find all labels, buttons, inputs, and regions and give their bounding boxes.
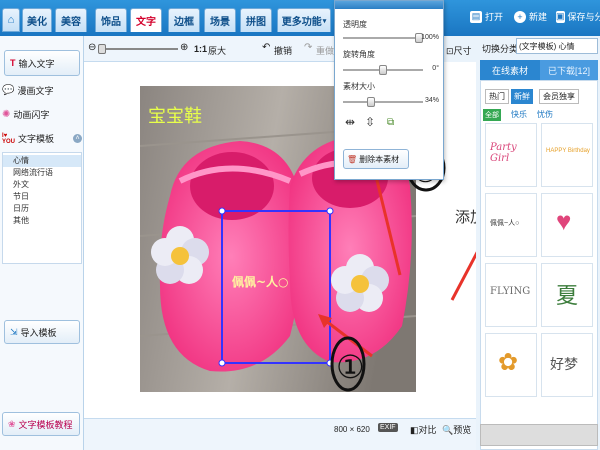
template-tile[interactable]: FLYING [485,263,537,327]
rotation-slider-knob[interactable] [379,65,387,75]
copy-icon[interactable]: ⧉ [387,117,394,128]
exif-button[interactable]: EXIF [378,423,398,432]
material-size-label: 素材大小 [343,82,375,91]
preview-label: 预览 [453,425,472,435]
tile-text: 好梦 [550,356,578,372]
filter-sad[interactable]: 忧伤 [537,109,553,120]
template-tile[interactable]: ♥ [541,193,593,257]
scrollbar[interactable] [480,424,598,446]
subtab-fresh[interactable]: 新鲜 [511,89,533,104]
material-property-panel: 透明度 100% 旋转角度 0° 素材大小 34% ⇹ ⇳ ⧉ 🗑 删除本素材 [334,0,444,180]
delete-material-button[interactable]: 🗑 删除本素材 [343,149,409,169]
right-panel: 切换分类 (文字模板) 心情 在线素材 已下载[12] 热门 新鲜 会员独享 全… [476,36,600,450]
delete-material-label: 删除本素材 [359,154,400,164]
bottom-bar: 800 × 620 EXIF ◧对比 🔍预览 [84,418,476,450]
opacity-slider[interactable] [343,33,423,43]
compare-icon: ◧ [410,425,419,435]
material-size-slider[interactable] [343,97,423,107]
tab-online-materials[interactable]: 在线素材 [480,60,540,80]
tile-text: 夏 [556,283,579,308]
template-tile[interactable]: ✿ [485,333,537,397]
marker-one: ① [336,348,365,386]
tile-text: Party Girl [490,142,517,164]
image-dimensions: 800 × 620 [334,425,370,434]
template-tile[interactable]: 夏 [541,263,593,327]
sunflower-icon: ✿ [498,349,519,376]
compare-button[interactable]: ◧对比 [410,423,437,436]
filter-all[interactable]: 全部 [483,109,501,121]
rotation-slider[interactable] [343,65,423,75]
compare-label: 对比 [418,425,437,435]
flip-horizontal-icon[interactable]: ⇹ [345,115,355,129]
filter-happy[interactable]: 快乐 [511,109,527,120]
category-select[interactable]: (文字模板) 心情 [516,38,598,54]
arrow-two [372,167,402,276]
flip-vertical-icon[interactable]: ⇳ [365,115,375,129]
trash-icon: 🗑 [347,154,358,164]
category-select-value: (文字模板) 心情 [519,42,575,51]
tile-text: FLYING [490,286,531,297]
tab-downloaded[interactable]: 已下载[12] [540,60,598,80]
material-size-value: 34% [424,97,439,104]
switch-category-label: 切换分类 [482,44,519,54]
tile-text: HAPPY Birthday [546,148,590,154]
heart-icon: ♥ [556,206,572,236]
panel-titlebar[interactable] [335,1,443,9]
rotation-label: 旋转角度 [343,50,375,59]
template-tile[interactable]: HAPPY Birthday [541,123,593,187]
opacity-value: 100% [421,34,439,41]
material-size-slider-knob[interactable] [367,97,376,107]
template-tile[interactable]: 好梦 [541,333,593,397]
opacity-label: 透明度 [343,20,367,29]
template-tile[interactable]: 佩佩~人○ [485,193,537,257]
preview-icon: 🔍 [442,425,454,435]
tile-text: 佩佩~人○ [490,220,520,227]
rotation-value: 0° [432,65,439,72]
preview-button[interactable]: 🔍预览 [442,423,471,436]
subtab-hot[interactable]: 热门 [485,89,509,104]
subtab-member[interactable]: 会员独享 [539,89,579,104]
template-tile[interactable]: Party Girl [485,123,537,187]
material-list: 热门 新鲜 会员独享 全部 快乐 忧伤 Party Girl HAPPY Bir… [480,80,598,450]
